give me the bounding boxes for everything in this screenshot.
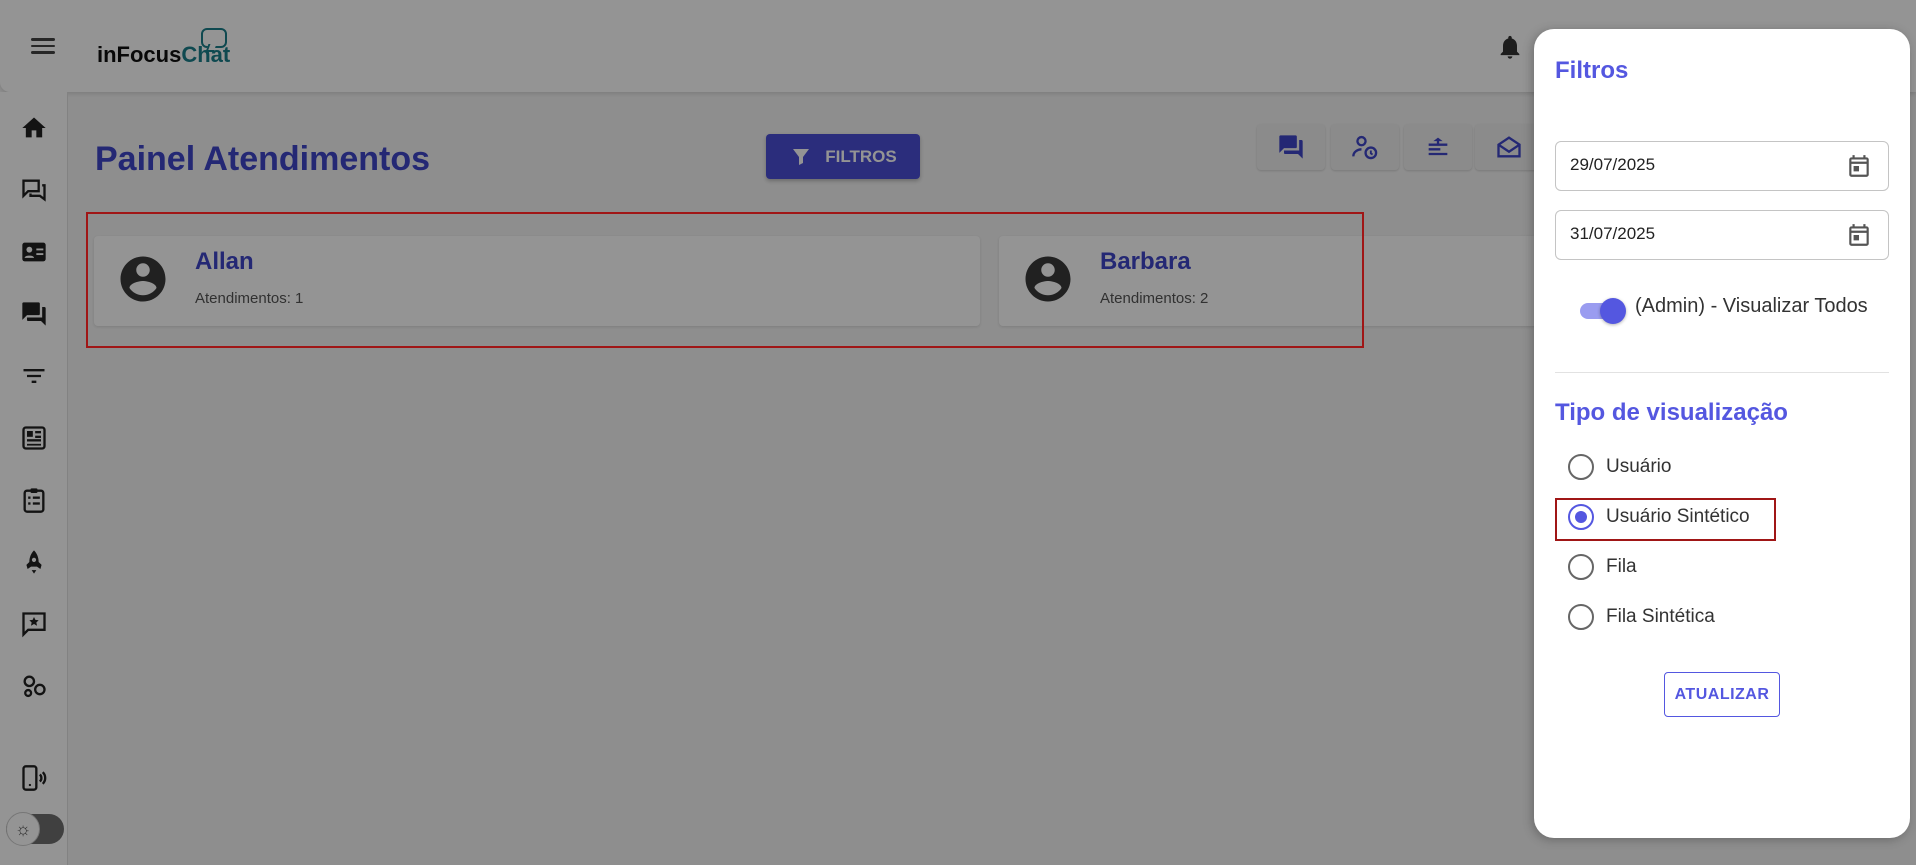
calendar-icon[interactable] <box>1846 222 1872 248</box>
divider <box>1555 372 1889 373</box>
drawer-title: Filtros <box>1555 57 1629 84</box>
switch-thumb <box>1600 298 1626 324</box>
filter-drawer: Filtros (Admin) - Visualizar Todos Tipo … <box>1534 29 1910 838</box>
admin-view-all-label: (Admin) - Visualizar Todos <box>1635 295 1868 317</box>
start-date-input[interactable] <box>1570 155 1830 175</box>
radio-label: Fila Sintética <box>1606 606 1715 627</box>
view-type-title: Tipo de visualização <box>1555 399 1788 426</box>
radio-label: Fila <box>1606 556 1637 577</box>
radio-circle <box>1568 454 1594 480</box>
radio-label: Usuário <box>1606 456 1672 477</box>
admin-view-all-switch[interactable] <box>1580 296 1626 324</box>
end-date-field[interactable] <box>1555 210 1889 260</box>
radio-circle <box>1568 554 1594 580</box>
radio-label: Usuário Sintético <box>1606 506 1750 527</box>
update-button[interactable]: ATUALIZAR <box>1664 672 1780 717</box>
radio-circle <box>1568 604 1594 630</box>
end-date-input[interactable] <box>1570 224 1830 244</box>
start-date-field[interactable] <box>1555 141 1889 191</box>
calendar-icon[interactable] <box>1846 153 1872 179</box>
radio-circle-selected <box>1568 504 1594 530</box>
